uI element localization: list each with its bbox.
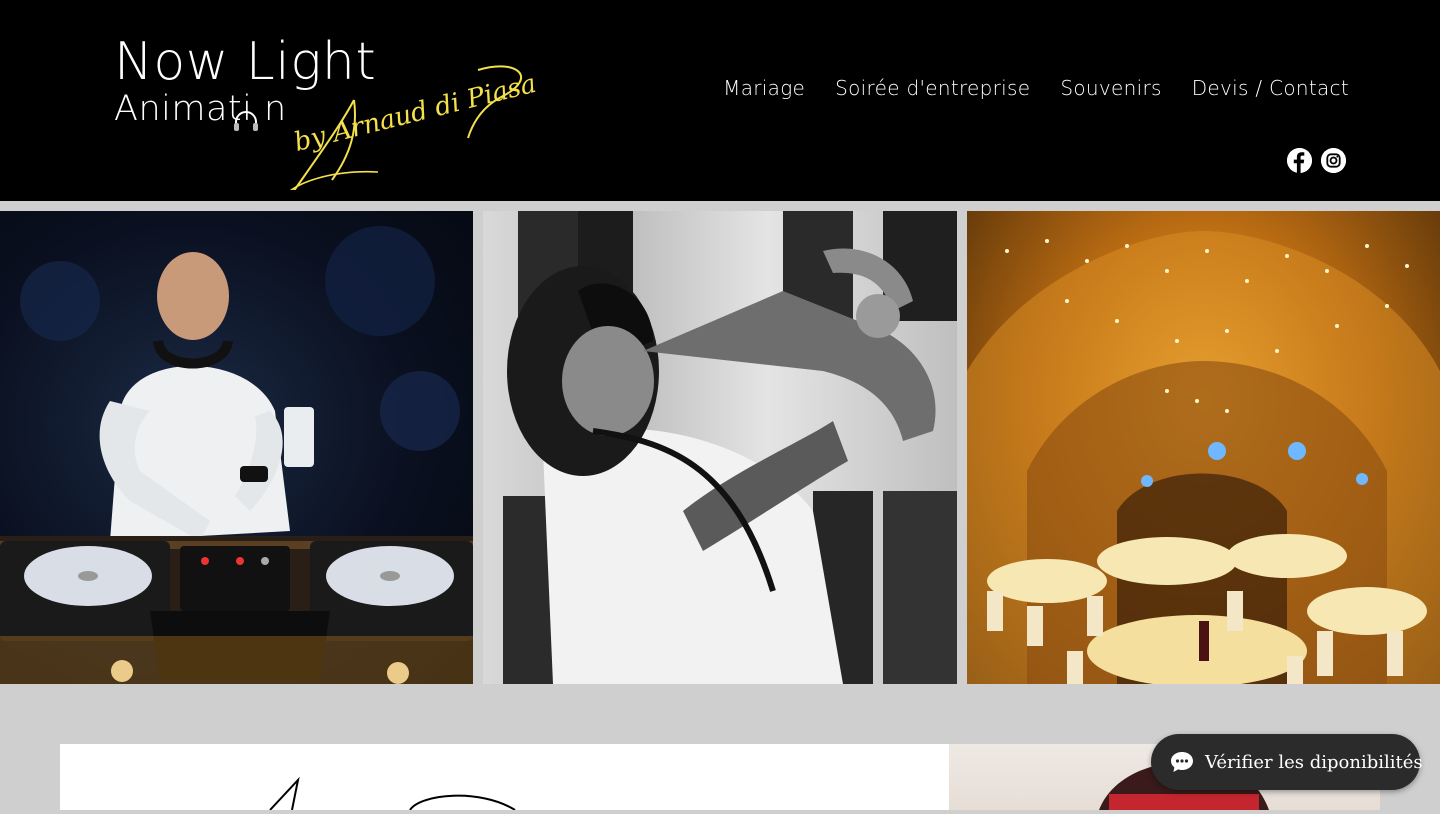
- social-links: [1287, 148, 1346, 173]
- headphones-icon: [234, 111, 258, 131]
- nav-item-soiree-entreprise[interactable]: Soirée d'entreprise: [835, 76, 1030, 100]
- check-availability-button[interactable]: Vérifier les diponibilités: [1151, 734, 1423, 790]
- about-card: [60, 744, 949, 811]
- chat-bubble-icon: [1169, 750, 1195, 774]
- nav-item-souvenirs[interactable]: Souvenirs: [1060, 76, 1161, 100]
- nav-item-mariage[interactable]: Mariage: [723, 76, 805, 100]
- signature-flourish: [269, 776, 516, 811]
- main-nav: Mariage Soirée d'entreprise Souvenirs De…: [723, 76, 1349, 100]
- gallery-photo-dj[interactable]: [0, 211, 473, 684]
- logo-subtitle: Animati n: [114, 89, 287, 129]
- gallery-photo-reception-hall[interactable]: [967, 211, 1440, 684]
- facebook-icon[interactable]: [1287, 148, 1312, 173]
- site-logo[interactable]: Now Light Animati n by Arnaud di Piasa: [110, 30, 590, 190]
- check-availability-label: Vérifier les diponibilités: [1205, 751, 1423, 773]
- dj-illustration: [0, 226, 473, 684]
- gallery-photo-saxophonist[interactable]: [483, 211, 957, 684]
- saxophonist-illustration: [503, 211, 957, 684]
- site-header: Now Light Animati n by Arnaud di Piasa M…: [0, 0, 1440, 201]
- reception-hall-illustration: [967, 231, 1440, 684]
- instagram-icon[interactable]: [1321, 148, 1346, 173]
- nav-item-devis-contact[interactable]: Devis / Contact: [1192, 76, 1349, 100]
